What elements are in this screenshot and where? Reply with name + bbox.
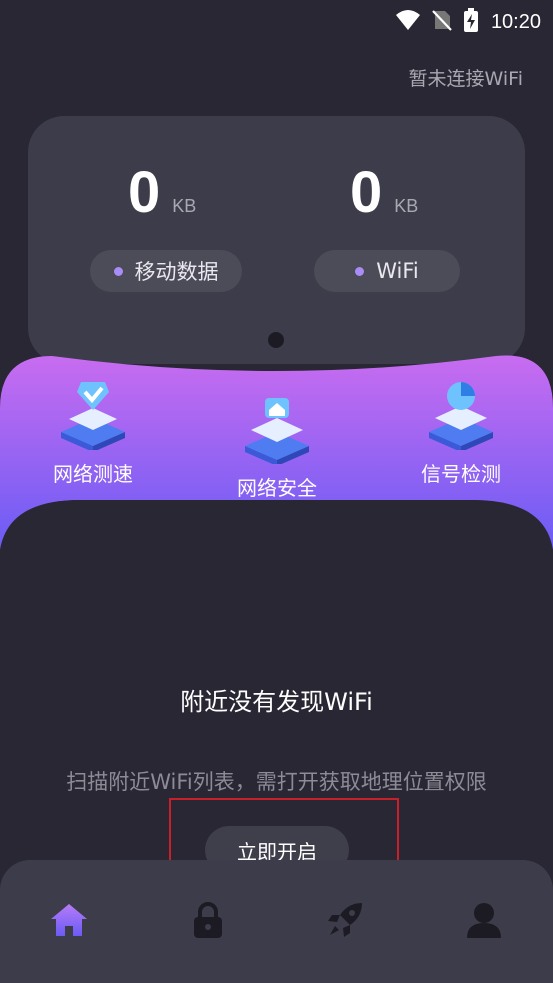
wifi-connection-status: 暂未连接WiFi bbox=[408, 68, 523, 90]
nav-home[interactable] bbox=[47, 900, 91, 944]
feature-speed-test[interactable]: 网络测速 bbox=[48, 378, 138, 487]
user-icon bbox=[465, 901, 503, 943]
feature-network-security-label: 网络安全 bbox=[237, 476, 317, 500]
mobile-data-tab[interactable]: 移动数据 bbox=[90, 250, 242, 292]
wifi-data-usage: 0 KB bbox=[350, 164, 418, 222]
wifi-data-unit: KB bbox=[394, 196, 419, 216]
bottom-nav bbox=[0, 860, 553, 983]
home-icon bbox=[49, 902, 89, 942]
feature-network-security[interactable]: 网络安全 bbox=[232, 392, 322, 501]
network-security-icon bbox=[239, 392, 315, 468]
mobile-data-unit: KB bbox=[172, 196, 197, 216]
mobile-data-dot bbox=[113, 266, 123, 276]
nav-profile[interactable] bbox=[462, 900, 506, 944]
status-time: 10:20 bbox=[490, 10, 541, 33]
wifi-data-dot bbox=[355, 266, 365, 276]
mobile-data-value: 0 bbox=[128, 160, 161, 225]
empty-state-description: 扫描附近WiFi列表，需打开获取地理位置权限 bbox=[66, 770, 487, 794]
wifi-data-value: 0 bbox=[350, 160, 383, 225]
mobile-data-usage: 0 KB bbox=[128, 164, 196, 222]
data-usage-card: 0 KB 0 KB 移动数据 WiFi bbox=[28, 116, 525, 364]
wifi-signal-icon bbox=[395, 9, 421, 35]
wifi-data-tab[interactable]: WiFi bbox=[314, 250, 460, 292]
signal-detect-icon bbox=[423, 378, 499, 454]
battery-charging-icon bbox=[463, 8, 479, 36]
status-bar: 10:20 bbox=[0, 0, 553, 38]
status-icons: 10:20 bbox=[395, 8, 541, 36]
no-sim-icon bbox=[431, 9, 453, 35]
feature-band: 网络测速 网络安全 信号检测 bbox=[0, 350, 553, 550]
mobile-data-label: 移动数据 bbox=[134, 260, 219, 284]
wifi-data-label: WiFi bbox=[376, 259, 419, 283]
empty-state-title: 附近没有发现WiFi bbox=[180, 688, 373, 716]
nav-security[interactable] bbox=[186, 900, 230, 944]
feature-signal-detect-label: 信号检测 bbox=[421, 462, 501, 486]
speed-test-icon bbox=[55, 378, 131, 454]
nav-boost[interactable] bbox=[323, 900, 367, 944]
feature-speed-test-label: 网络测速 bbox=[53, 462, 133, 486]
page-indicator bbox=[268, 332, 284, 348]
feature-signal-detect[interactable]: 信号检测 bbox=[416, 378, 506, 487]
lock-icon bbox=[191, 901, 225, 943]
rocket-icon bbox=[326, 901, 364, 943]
